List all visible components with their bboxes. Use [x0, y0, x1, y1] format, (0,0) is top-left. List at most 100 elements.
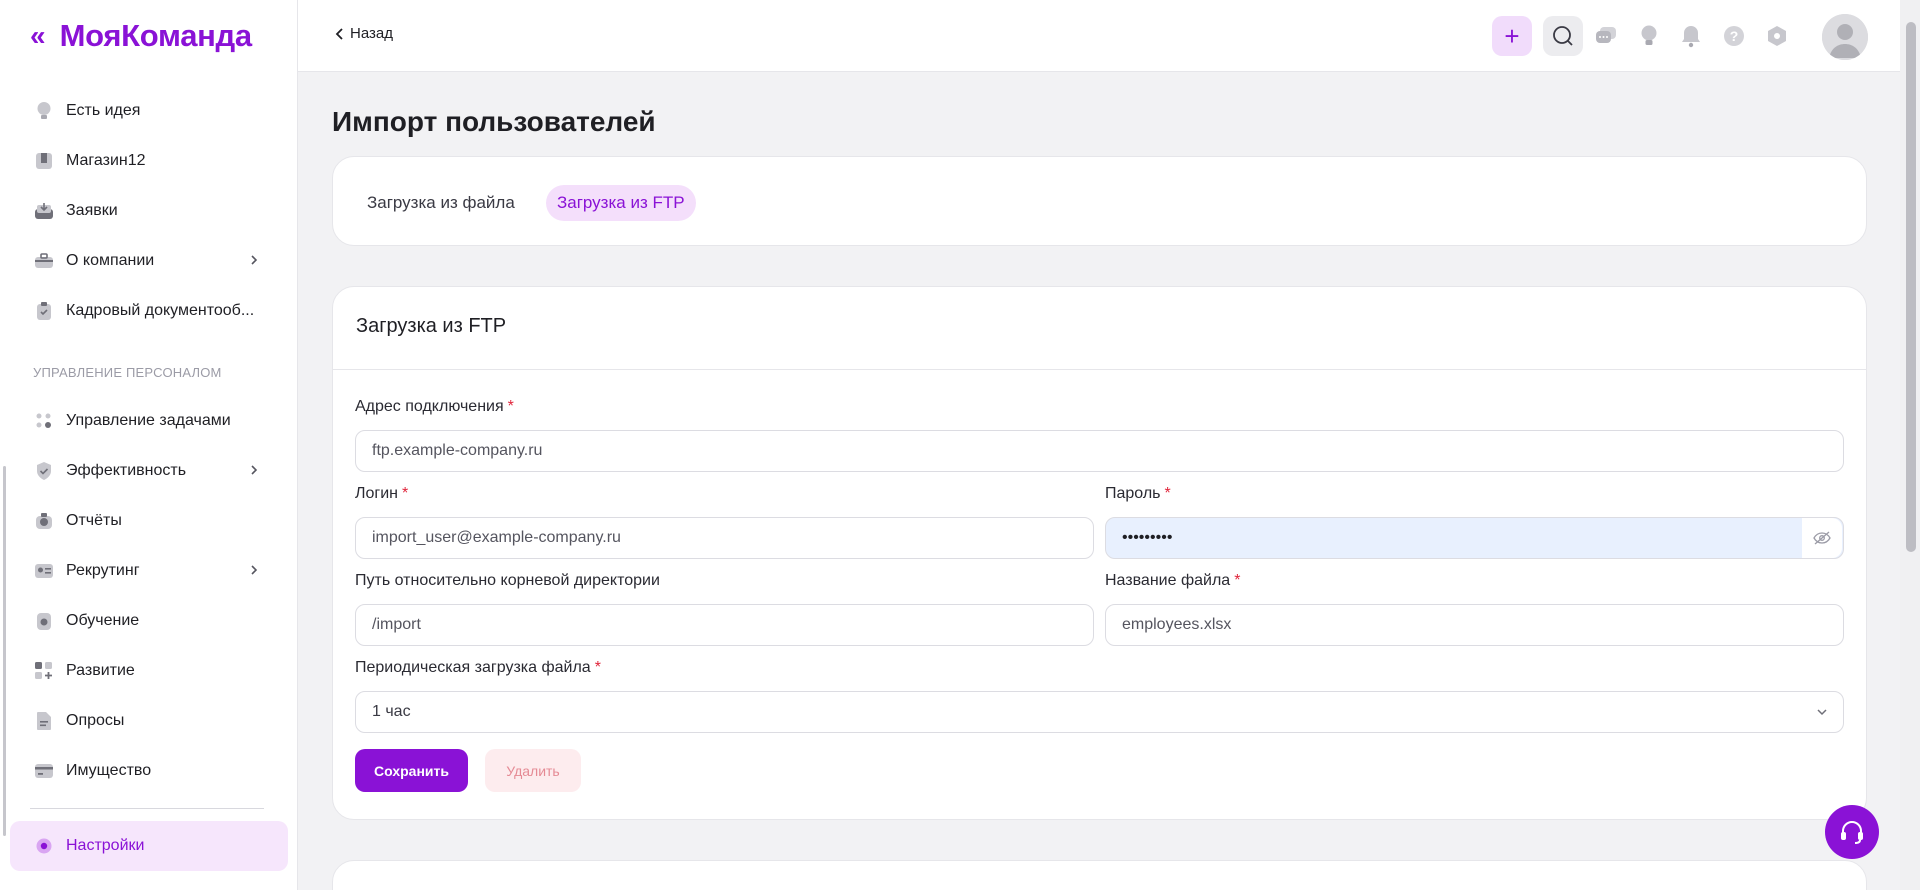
filename-input[interactable] — [1105, 604, 1844, 646]
search-button[interactable] — [1543, 16, 1583, 56]
required-mark: * — [402, 485, 409, 502]
ideas-button[interactable] — [1629, 16, 1669, 56]
sidebar-item-settings[interactable]: Настройки — [10, 821, 288, 871]
password-input[interactable] — [1105, 517, 1844, 559]
grid-plus-icon — [34, 661, 54, 681]
required-mark: * — [507, 398, 514, 415]
back-button[interactable]: Назад — [334, 25, 393, 42]
sidebar-item-label: Отчёты — [66, 512, 122, 529]
period-select-value: 1 час — [372, 703, 411, 720]
period-label: Периодическая загрузка файла * — [355, 659, 601, 677]
notifications-button[interactable] — [1671, 16, 1711, 56]
sidebar-scrollbar[interactable] — [3, 466, 6, 836]
chat-button[interactable] — [1586, 16, 1626, 56]
lightbulb-icon — [34, 101, 54, 121]
support-chat-button[interactable] — [1825, 805, 1879, 859]
back-label: Назад — [350, 25, 393, 42]
delete-button[interactable]: Удалить — [485, 749, 581, 792]
chevron-down-icon — [1817, 709, 1827, 716]
inbox-icon — [34, 201, 54, 221]
sidebar-item-idea[interactable]: Есть идея — [10, 88, 288, 134]
sidebar-item-recruiting[interactable]: Рекрутинг — [10, 548, 288, 594]
sidebar-item-label: Настройки — [66, 837, 145, 854]
sidebar-item-learning[interactable]: Обучение — [10, 598, 288, 644]
sidebar-item-property[interactable]: Имущество — [10, 748, 288, 794]
report-icon — [34, 511, 54, 531]
shield-check-icon — [34, 461, 54, 481]
briefcase-icon — [34, 251, 54, 271]
sidebar-item-efficiency[interactable]: Эффективность — [10, 448, 288, 494]
sidebar: « МояКоманда Есть идея Магазин12 Заявки — [0, 0, 298, 890]
tab-file-upload[interactable]: Загрузка из файла — [356, 185, 526, 221]
headset-icon — [1841, 821, 1863, 844]
next-section-card — [332, 860, 1867, 890]
clipboard-check-icon — [34, 301, 54, 321]
lightbulb-icon — [1641, 25, 1657, 45]
search-icon — [1553, 26, 1573, 46]
sidebar-item-reports[interactable]: Отчёты — [10, 498, 288, 544]
svg-text:?: ? — [1730, 28, 1739, 44]
sidebar-divider — [30, 808, 264, 809]
path-input[interactable] — [355, 604, 1094, 646]
sidebar-item-label: Эффективность — [66, 462, 187, 479]
user-avatar-icon — [1822, 14, 1868, 60]
survey-doc-icon — [34, 711, 54, 731]
help-button[interactable]: ? — [1714, 16, 1754, 56]
id-card-icon — [34, 561, 54, 581]
avatar[interactable] — [1822, 14, 1868, 60]
period-label-text: Периодическая загрузка файла — [355, 659, 591, 676]
sidebar-item-label: Рекрутинг — [66, 562, 140, 579]
tab-ftp-upload[interactable]: Загрузка из FTP — [546, 185, 696, 221]
address-input[interactable] — [355, 430, 1844, 472]
sidebar-item-label: Заявки — [66, 202, 118, 219]
sidebar-item-label: Кадровый документооб... — [66, 302, 255, 319]
sidebar-item-about[interactable]: О компании — [10, 238, 288, 284]
brand: « МояКоманда — [30, 16, 252, 56]
page-scrollbar-thumb[interactable] — [1906, 22, 1916, 552]
chevron-right-icon — [251, 565, 258, 575]
sidebar-item-development[interactable]: Развитие — [10, 648, 288, 694]
toggle-password-visibility[interactable] — [1802, 518, 1842, 558]
password-label: Пароль * — [1105, 485, 1171, 503]
sidebar-item-label: О компании — [66, 252, 155, 269]
shop-icon — [34, 151, 54, 171]
login-input[interactable] — [355, 517, 1094, 559]
required-mark: * — [594, 659, 601, 676]
save-button[interactable]: Сохранить — [355, 749, 468, 792]
top-header: Назад + ? — [298, 0, 1900, 72]
sidebar-item-tasks[interactable]: Управление задачами — [10, 398, 288, 444]
eye-off-icon — [1813, 531, 1831, 545]
hexagon-icon — [1768, 26, 1786, 46]
brand-name[interactable]: МояКоманда — [60, 16, 253, 56]
form-title: Загрузка из FTP — [356, 315, 507, 337]
lock-book-icon — [34, 611, 54, 631]
sidebar-item-hr-docs[interactable]: Кадровый документооб... — [10, 288, 288, 334]
plus-icon: + — [1504, 21, 1520, 51]
admin-button[interactable] — [1757, 16, 1797, 56]
sidebar-item-requests[interactable]: Заявки — [10, 188, 288, 234]
address-label: Адрес подключения * — [355, 398, 514, 416]
filename-label-text: Название файла — [1105, 572, 1231, 589]
page-scrollbar[interactable] — [1900, 0, 1920, 890]
sidebar-item-shop[interactable]: Магазин12 — [10, 138, 288, 184]
sidebar-item-label: Обучение — [66, 612, 140, 629]
sidebar-item-label: Управление задачами — [66, 412, 231, 429]
sidebar-item-surveys[interactable]: Опросы — [10, 698, 288, 744]
login-label-text: Логин — [355, 485, 399, 502]
double-chevron-left-icon[interactable]: « — [30, 16, 46, 56]
add-button[interactable]: + — [1492, 16, 1532, 56]
gear-icon — [34, 836, 54, 856]
form-divider — [333, 369, 1866, 370]
sidebar-item-label: Опросы — [66, 712, 125, 729]
login-label: Логин * — [355, 485, 408, 503]
chevron-left-icon — [335, 27, 343, 40]
required-mark: * — [1164, 485, 1171, 502]
required-mark: * — [1234, 572, 1241, 589]
import-tabs: Загрузка из файла Загрузка из FTP — [332, 156, 1867, 246]
filename-label: Название файла * — [1105, 572, 1240, 590]
sidebar-item-label: Имущество — [66, 762, 152, 779]
chat-icon — [1596, 27, 1616, 43]
tasks-icon — [34, 411, 54, 431]
property-card-icon — [34, 761, 54, 781]
period-select[interactable]: 1 час — [355, 691, 1844, 733]
